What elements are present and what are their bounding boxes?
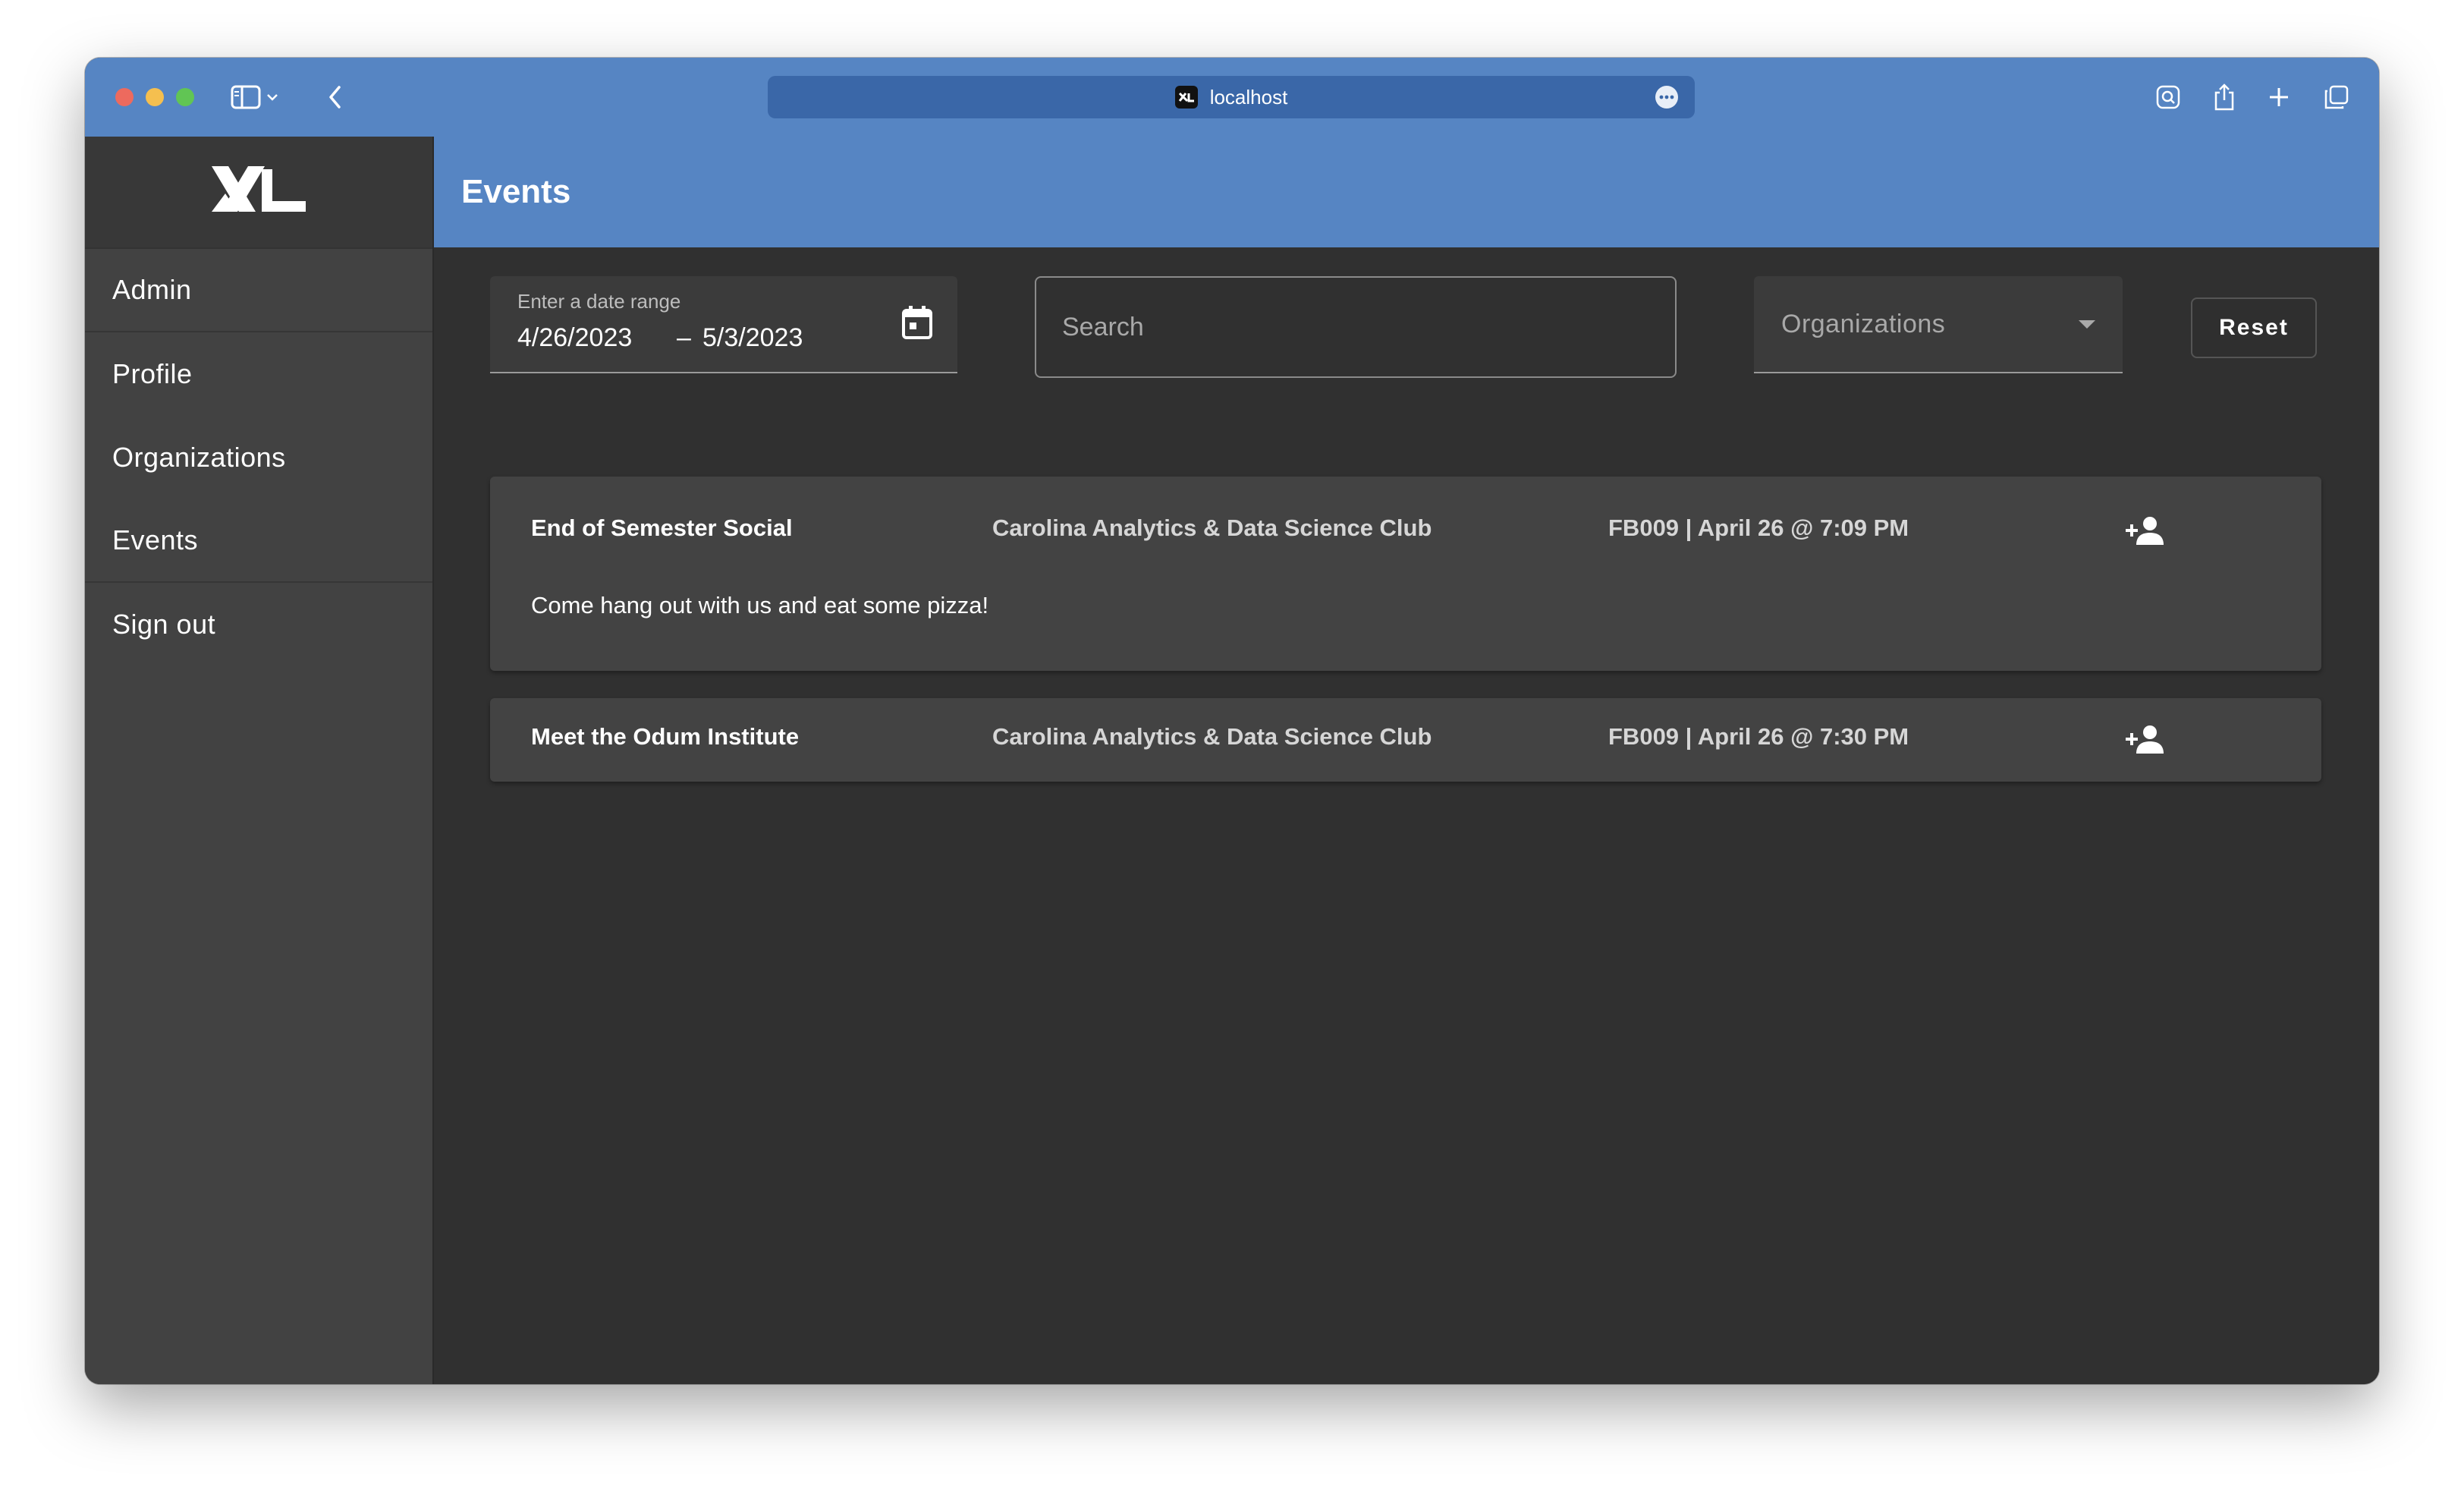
site-favicon-icon <box>1174 86 1198 109</box>
new-tab-icon[interactable] <box>2262 80 2296 114</box>
event-location-time: FB009 | April 26 @ 7:30 PM <box>1608 723 1909 750</box>
sidebar-item-label: Events <box>112 524 199 555</box>
organizations-select-label: Organizations <box>1781 310 1946 338</box>
add-attendee-icon[interactable] <box>2121 720 2170 760</box>
event-card[interactable]: Meet the Odum Institute Carolina Analyti… <box>490 698 2321 782</box>
event-card[interactable]: End of Semester Social Carolina Analytic… <box>490 477 2321 671</box>
sidebar-item-profile[interactable]: Profile <box>85 332 432 416</box>
page-title: Events <box>461 173 571 210</box>
event-title: End of Semester Social <box>531 515 793 541</box>
tab-overview-icon[interactable] <box>2320 80 2353 114</box>
sidebar-item-label: Organizations <box>112 442 286 473</box>
back-icon[interactable] <box>319 80 352 114</box>
sidebar: Admin Profile Organizations Events Sign … <box>85 137 434 1384</box>
date-range-separator: – <box>677 323 691 352</box>
browser-titlebar: localhost <box>85 58 2379 137</box>
sidebar-toggle-icon[interactable] <box>229 80 262 114</box>
sidebar-item-organizations[interactable]: Organizations <box>85 416 432 499</box>
reset-button[interactable]: Reset <box>2191 297 2317 358</box>
sidebar-item-label: Admin <box>112 274 192 305</box>
sidebar-item-events[interactable]: Events <box>85 499 432 583</box>
privacy-report-icon[interactable] <box>2151 80 2185 114</box>
search-field[interactable] <box>1035 276 1677 378</box>
close-window-button[interactable] <box>115 88 134 106</box>
event-organization: Carolina Analytics & Data Science Club <box>992 723 1432 750</box>
event-title: Meet the Odum Institute <box>531 723 800 750</box>
add-attendee-icon[interactable] <box>2121 511 2170 551</box>
browser-window: localhost Admin Profile Organizations Ev… <box>85 58 2379 1384</box>
date-range-field[interactable]: Enter a date range 4/26/2023 – 5/3/2023 <box>490 276 957 373</box>
search-input[interactable] <box>1036 278 1675 376</box>
date-range-end[interactable]: 5/3/2023 <box>702 323 803 353</box>
event-location-time: FB009 | April 26 @ 7:09 PM <box>1608 515 1909 541</box>
chevron-down-icon[interactable] <box>261 80 284 114</box>
zoom-window-button[interactable] <box>176 88 194 106</box>
page-header: Events <box>434 137 2379 247</box>
page-menu-icon[interactable] <box>1655 86 1678 109</box>
organizations-select[interactable]: Organizations <box>1754 276 2123 373</box>
share-icon[interactable] <box>2208 80 2241 114</box>
sidebar-item-label: Profile <box>112 358 193 389</box>
event-organization: Carolina Analytics & Data Science Club <box>992 515 1432 541</box>
event-description: Come hang out with us and eat some pizza… <box>531 592 989 618</box>
main-content: Enter a date range 4/26/2023 – 5/3/2023 … <box>434 247 2379 1384</box>
minimize-window-button[interactable] <box>146 88 164 106</box>
date-range-start[interactable]: 4/26/2023 <box>517 323 632 353</box>
sidebar-item-admin[interactable]: Admin <box>85 249 432 332</box>
calendar-icon[interactable] <box>897 302 938 343</box>
date-range-label: Enter a date range <box>517 290 681 313</box>
address-bar[interactable]: localhost <box>768 76 1695 118</box>
sidebar-item-sign-out[interactable]: Sign out <box>85 583 432 666</box>
sidebar-item-label: Sign out <box>112 609 216 640</box>
dropdown-caret-icon <box>2079 320 2095 329</box>
xl-logo-icon <box>212 166 306 212</box>
app-logo[interactable] <box>85 137 432 249</box>
address-text: localhost <box>1209 85 1288 109</box>
